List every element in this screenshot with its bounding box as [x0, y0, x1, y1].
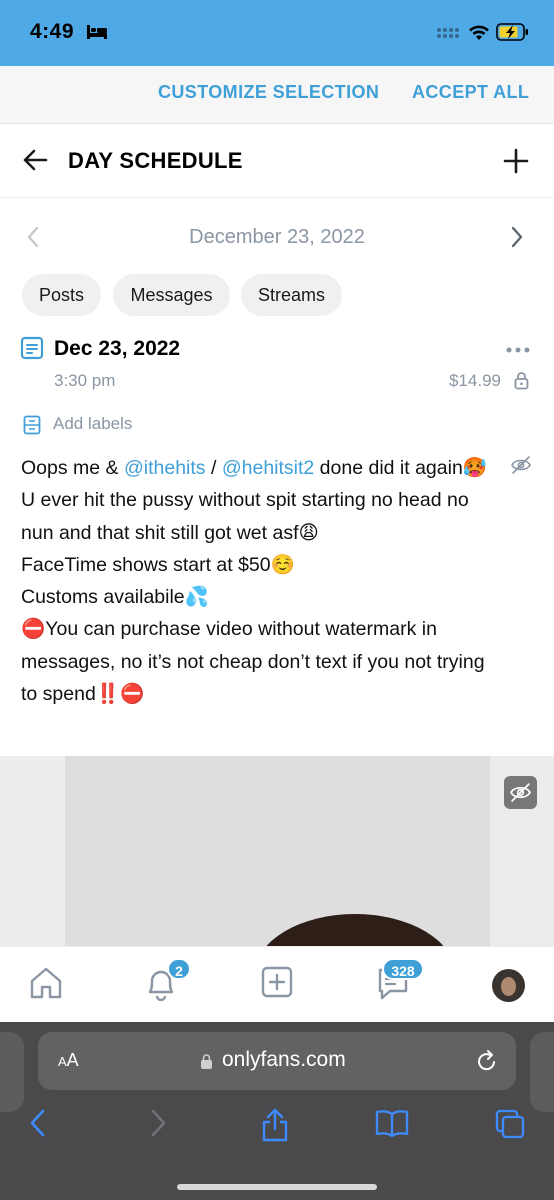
- media-visibility-button[interactable]: [504, 776, 537, 809]
- post-caption: Oops me & @ithehits / @hehitsit2 done di…: [21, 452, 501, 710]
- reload-icon[interactable]: [476, 1049, 498, 1073]
- home-indicator: [177, 1184, 377, 1190]
- tabs-icon[interactable]: [494, 1108, 526, 1140]
- caption-text: Oops me &: [21, 457, 124, 479]
- avatar-face: [501, 977, 516, 996]
- post-media-image[interactable]: [0, 756, 554, 946]
- address-bar[interactable]: AA onlyfans.com: [38, 1032, 516, 1090]
- selected-date: December 23, 2022: [189, 226, 365, 248]
- lock-icon: [201, 1054, 212, 1069]
- eye-slash-icon[interactable]: [510, 454, 532, 476]
- customize-selection-button[interactable]: CUSTOMIZE SELECTION: [158, 82, 379, 103]
- accept-all-button[interactable]: ACCEPT ALL: [412, 82, 529, 103]
- mention-link[interactable]: @ithehits: [124, 457, 206, 479]
- share-icon[interactable]: [261, 1108, 289, 1142]
- label-icon[interactable]: [23, 415, 41, 435]
- notifications-badge: 2: [167, 958, 191, 980]
- adjacent-tab-preview[interactable]: [530, 1032, 554, 1112]
- bookmarks-icon[interactable]: [375, 1108, 409, 1138]
- chevron-right-icon[interactable]: [510, 226, 524, 248]
- url-text: onlyfans.com: [222, 1048, 346, 1071]
- chip-messages[interactable]: Messages: [113, 274, 230, 316]
- more-options-icon[interactable]: [506, 346, 530, 354]
- reader-options-button[interactable]: AA: [58, 1050, 79, 1071]
- chip-posts[interactable]: Posts: [22, 274, 101, 316]
- home-icon[interactable]: [28, 965, 64, 1001]
- status-time: 4:49: [30, 20, 75, 43]
- date-navigator: December 23, 2022: [0, 210, 554, 262]
- aa-big: A: [66, 1050, 79, 1070]
- cookie-consent-bar: CUSTOMIZE SELECTION ACCEPT ALL: [0, 66, 554, 124]
- lock-icon: [514, 372, 529, 390]
- aa-small: A: [58, 1054, 67, 1069]
- chip-streams[interactable]: Streams: [241, 274, 342, 316]
- sleep-mode-icon: [87, 25, 107, 39]
- caption-line: Customs availabile💦: [21, 586, 209, 609]
- mention-link[interactable]: @hehitsit2: [222, 457, 314, 479]
- adjacent-tab-preview[interactable]: [0, 1032, 24, 1112]
- eye-slash-icon: [510, 783, 531, 802]
- post-price: $14.99: [449, 371, 501, 390]
- add-labels-link[interactable]: Add labels: [53, 414, 132, 434]
- browser-forward-icon[interactable]: [148, 1108, 168, 1138]
- caption-line: U ever hit the pussy without spit starti…: [21, 489, 469, 544]
- browser-back-icon[interactable]: [28, 1108, 48, 1138]
- messages-badge: 328: [382, 958, 424, 980]
- status-bar: 4:49: [0, 0, 554, 66]
- post-time: 3:30 pm: [54, 371, 116, 390]
- avatar[interactable]: [492, 969, 525, 1002]
- signal-icon: [437, 28, 459, 38]
- post-icon: [20, 336, 44, 360]
- caption-line: Oops me & @ithehits / @hehitsit2 done di…: [21, 452, 501, 484]
- create-post-icon[interactable]: [260, 965, 294, 999]
- back-arrow-icon[interactable]: [22, 148, 48, 172]
- bottom-tab-bar: [0, 946, 554, 1022]
- caption-line: FaceTime shows start at $50☺️: [21, 553, 295, 576]
- battery-charging-icon: [496, 23, 528, 41]
- wifi-icon: [469, 25, 489, 40]
- page-title: DAY SCHEDULE: [68, 148, 243, 173]
- post-date: Dec 23, 2022: [54, 337, 181, 360]
- browser-toolbar: AA onlyfans.com: [0, 1022, 554, 1200]
- page-header: DAY SCHEDULE: [0, 124, 554, 198]
- media-background: [65, 756, 490, 946]
- caption-line: ⛔You can purchase video without watermar…: [21, 618, 485, 706]
- caption-text: done did it again🥵: [314, 457, 488, 479]
- media-background: [0, 756, 65, 946]
- caption-text: /: [205, 457, 222, 479]
- plus-icon[interactable]: [503, 148, 529, 174]
